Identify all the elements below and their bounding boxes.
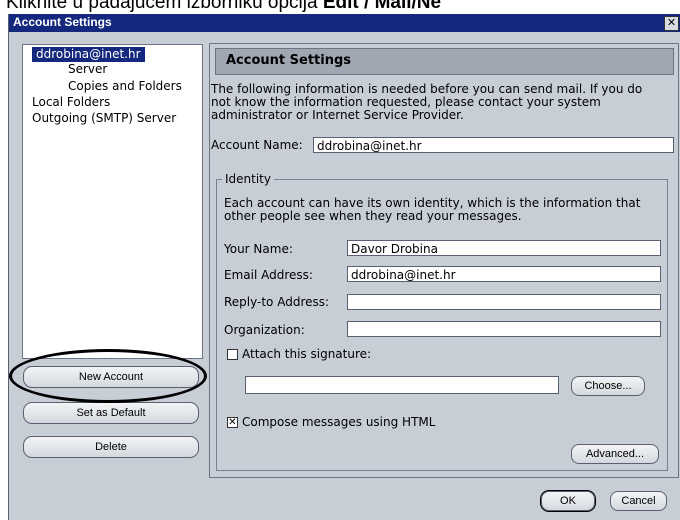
reply-to-label: Reply-to Address:: [224, 295, 330, 309]
compose-html-label: Compose messages using HTML: [242, 415, 436, 429]
cancel-button[interactable]: Cancel: [610, 491, 667, 511]
tree-item-outgoing-server[interactable]: Outgoing (SMTP) Server: [32, 111, 176, 126]
organization-label: Organization:: [224, 323, 305, 337]
tree-item-account[interactable]: ddrobina@inet.hr: [32, 47, 145, 62]
tree-item-copies-folders[interactable]: Copies and Folders: [68, 79, 182, 94]
caption-text: Kliknite u padajućem izborniku opcija: [6, 0, 323, 13]
panel-header-title: Account Settings: [226, 53, 352, 68]
your-name-label: Your Name:: [224, 242, 293, 256]
window-title: Account Settings: [13, 15, 112, 29]
email-address-label: Email Address:: [224, 268, 313, 282]
delete-button[interactable]: Delete: [23, 436, 199, 458]
attach-signature-label: Attach this signature:: [242, 347, 372, 361]
panel-header: Account Settings: [215, 48, 674, 75]
advanced-button[interactable]: Advanced...: [571, 444, 659, 464]
your-name-field[interactable]: Davor Drobina: [347, 240, 661, 256]
email-address-field[interactable]: ddrobina@inet.hr: [347, 266, 661, 282]
reply-to-field[interactable]: [347, 294, 661, 310]
signature-file-field[interactable]: [245, 376, 559, 394]
account-name-label: Account Name:: [211, 138, 303, 152]
caption-bold: Edit / Mail/Ne: [322, 0, 442, 13]
intro-line-3: administrator or Internet Service Provid…: [211, 108, 464, 122]
tree-item-server[interactable]: Server: [68, 62, 107, 77]
account-name-field[interactable]: ddrobina@inet.hr: [313, 137, 674, 153]
document-caption: Kliknite u padajućem izborniku opcija Ed…: [0, 0, 680, 15]
organization-field[interactable]: [347, 321, 661, 337]
set-as-default-button[interactable]: Set as Default: [23, 402, 199, 424]
identity-legend: Identity: [222, 172, 274, 186]
identity-desc-line-2: other people see when they read your mes…: [224, 209, 522, 223]
attach-signature-checkbox[interactable]: [227, 349, 238, 360]
annotation-oval: [9, 349, 207, 403]
close-icon[interactable]: ✕: [664, 16, 679, 31]
account-settings-window: Account Settings ✕ ddrobina@inet.hr Serv…: [8, 14, 680, 520]
title-bar: Account Settings ✕: [9, 14, 680, 32]
account-tree[interactable]: ddrobina@inet.hr Server Copies and Folde…: [22, 44, 203, 359]
ok-button[interactable]: OK: [541, 491, 595, 511]
compose-html-checkbox[interactable]: ✕: [227, 417, 238, 428]
tree-item-local-folders[interactable]: Local Folders: [32, 95, 110, 110]
choose-button[interactable]: Choose...: [571, 376, 645, 396]
